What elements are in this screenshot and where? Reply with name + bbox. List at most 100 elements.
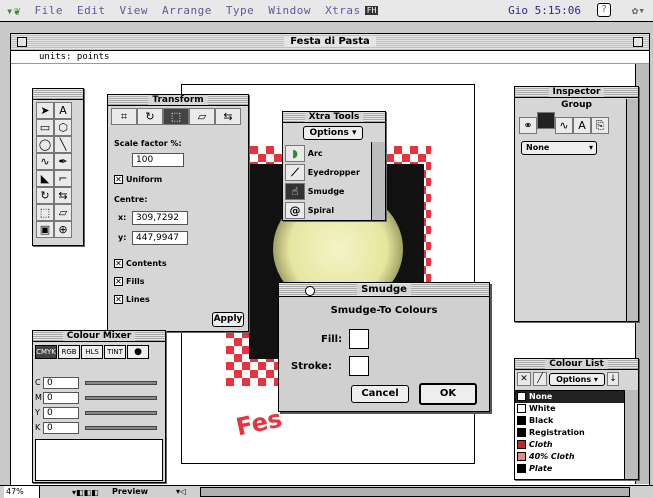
zoom-level[interactable]: 47% bbox=[4, 486, 40, 498]
transform-title-bar[interactable]: Transform bbox=[108, 95, 248, 106]
zoom-tool-icon[interactable]: ⊕ bbox=[54, 221, 72, 238]
menu-type[interactable]: Type bbox=[226, 4, 255, 17]
apple-menu-icon[interactable]: ▾❦ bbox=[6, 4, 20, 18]
ok-button[interactable]: OK bbox=[419, 383, 477, 405]
stroke-colour-well[interactable] bbox=[349, 356, 369, 376]
tab-tint[interactable]: TINT bbox=[104, 345, 126, 359]
scale-factor-field[interactable]: 100 bbox=[132, 153, 184, 167]
menu-xtras[interactable]: Xtras bbox=[325, 4, 361, 17]
contents-checkbox[interactable]: ✕ bbox=[114, 259, 123, 268]
inspector-title-bar[interactable]: Inspector bbox=[515, 87, 638, 98]
tab-cmyk[interactable]: CMYK bbox=[35, 345, 57, 359]
k-value-field[interactable]: 0 bbox=[43, 421, 79, 434]
document-title-bar[interactable]: Festa di Pasta bbox=[11, 34, 649, 51]
knife-tool-icon[interactable]: ◣ bbox=[36, 170, 54, 187]
m-value-field[interactable]: 0 bbox=[43, 391, 79, 404]
skew-tab-icon[interactable]: ▱ bbox=[189, 108, 215, 125]
view-mode-arrow-icon[interactable]: ▾◁ bbox=[176, 486, 186, 498]
m-slider[interactable] bbox=[85, 395, 157, 400]
document-inspector-icon[interactable]: ⎘ bbox=[591, 117, 609, 134]
smudge-heading: Smudge-To Colours bbox=[330, 305, 438, 316]
page-navigation[interactable]: ▾◧◧◧ bbox=[72, 487, 99, 498]
uniform-checkbox[interactable]: ✕ bbox=[114, 175, 123, 184]
text-tool-icon[interactable]: A bbox=[54, 102, 72, 119]
help-icon[interactable]: ? bbox=[597, 3, 611, 17]
application-menu-icon[interactable]: ✿▾ bbox=[632, 4, 645, 17]
menu-file[interactable]: File bbox=[34, 4, 63, 17]
rotate-tab-icon[interactable]: ↻ bbox=[137, 108, 163, 125]
colour-list-title-bar[interactable]: Colour List bbox=[515, 359, 638, 370]
xtra-options-dropdown[interactable]: Options ▾ bbox=[303, 126, 363, 140]
move-tab-icon[interactable]: ⌗ bbox=[111, 108, 137, 125]
xtra-item-eyedropper[interactable]: ⟋ Eyedropper bbox=[285, 163, 371, 182]
tab-hls[interactable]: HLS bbox=[81, 345, 103, 359]
no-fill-icon[interactable]: ✕ bbox=[517, 372, 531, 386]
y-value-field[interactable]: 0 bbox=[43, 406, 79, 419]
xtra-item-spiral[interactable]: @ Spiral bbox=[285, 201, 371, 220]
colour-list-item[interactable]: 40% Cloth bbox=[515, 451, 625, 463]
system-colour-picker-icon[interactable]: ● bbox=[127, 345, 149, 359]
freehand-tool-icon[interactable]: ∿ bbox=[36, 153, 54, 170]
apply-button[interactable]: Apply bbox=[212, 312, 244, 327]
eyedropper-tool-icon: ⟋ bbox=[285, 164, 305, 181]
app-icon[interactable]: FH bbox=[364, 6, 379, 15]
cancel-button[interactable]: Cancel bbox=[351, 385, 409, 403]
colour-list-item[interactable]: Cloth bbox=[515, 439, 625, 451]
centre-x-field[interactable]: 309,7292 bbox=[132, 211, 188, 225]
rotate-tool-icon[interactable]: ↻ bbox=[36, 187, 54, 204]
fill-colour-well[interactable] bbox=[349, 329, 369, 349]
ellipse-tool-icon[interactable]: ◯ bbox=[36, 136, 54, 153]
line-tool-icon[interactable]: ╲ bbox=[54, 136, 72, 153]
colour-list-item[interactable]: Registration bbox=[515, 427, 625, 439]
polygon-tool-icon[interactable]: ⬡ bbox=[54, 119, 72, 136]
colour-list-scrollbar[interactable] bbox=[624, 390, 638, 479]
zoom-box-icon[interactable] bbox=[633, 37, 643, 47]
xtra-scrollbar[interactable] bbox=[371, 142, 385, 220]
y-slider[interactable] bbox=[85, 410, 157, 415]
stroke-colour-icon[interactable]: ╱ bbox=[533, 372, 547, 386]
scale-tab-icon[interactable]: ⬚ bbox=[163, 108, 189, 125]
c-slider[interactable] bbox=[85, 380, 157, 385]
pen-tool-icon[interactable]: ✒ bbox=[54, 153, 72, 170]
sort-icon[interactable]: ↓ bbox=[607, 372, 619, 386]
scale-tool-icon[interactable]: ⬚ bbox=[36, 204, 54, 221]
view-mode[interactable]: Preview bbox=[112, 486, 148, 498]
colour-list-options-dropdown[interactable]: Options ▾ bbox=[549, 372, 605, 386]
fill-inspector-icon[interactable] bbox=[537, 112, 555, 129]
menu-window[interactable]: Window bbox=[268, 4, 311, 17]
colour-list-item[interactable]: None bbox=[515, 391, 625, 403]
c-value-field[interactable]: 0 bbox=[43, 376, 79, 389]
xtra-item-smudge[interactable]: ☝ Smudge bbox=[285, 182, 371, 201]
menu-edit[interactable]: Edit bbox=[77, 4, 106, 17]
colour-list-item[interactable]: Black bbox=[515, 415, 625, 427]
colour-mixer-title-bar[interactable]: Colour Mixer bbox=[33, 331, 165, 342]
fill-type-dropdown[interactable]: None ▾ bbox=[521, 141, 597, 155]
colour-list-item[interactable]: Plate bbox=[515, 463, 625, 475]
xtra-tools-title-bar[interactable]: Xtra Tools bbox=[283, 112, 385, 123]
close-box-icon[interactable] bbox=[17, 37, 27, 47]
reflect-tool-icon[interactable]: ⇆ bbox=[54, 187, 72, 204]
stroke-inspector-icon[interactable]: ∿ bbox=[555, 117, 573, 134]
fills-checkbox[interactable]: ✕ bbox=[114, 277, 123, 286]
object-inspector-icon[interactable]: ⚭ bbox=[519, 117, 537, 134]
menu-view[interactable]: View bbox=[119, 4, 148, 17]
pointer-tool-icon[interactable]: ➤ bbox=[36, 102, 54, 119]
inspector-scrollbar[interactable] bbox=[626, 99, 638, 321]
rectangle-tool-icon[interactable]: ▭ bbox=[36, 119, 54, 136]
lines-checkbox[interactable]: ✕ bbox=[114, 295, 123, 304]
xtra-item-arc[interactable]: ◗ Arc bbox=[285, 144, 371, 163]
menu-arrange[interactable]: Arrange bbox=[162, 4, 212, 17]
colour-preview-well[interactable] bbox=[35, 439, 163, 481]
horizontal-scrollbar[interactable] bbox=[200, 487, 630, 497]
menu-clock[interactable]: Gio 5:15:06 bbox=[508, 4, 581, 17]
k-slider[interactable] bbox=[85, 425, 157, 430]
reflect-tab-icon[interactable]: ⇆ bbox=[215, 108, 241, 125]
skew-tool-icon[interactable]: ▱ bbox=[54, 204, 72, 221]
text-inspector-icon[interactable]: A bbox=[573, 117, 591, 134]
tab-rgb[interactable]: RGB bbox=[58, 345, 80, 359]
colour-list-item[interactable]: White bbox=[515, 403, 625, 415]
bezigon-tool-icon[interactable]: ⌐ bbox=[54, 170, 72, 187]
centre-y-field[interactable]: 447,9947 bbox=[132, 231, 188, 245]
trace-tool-icon[interactable]: ▣ bbox=[36, 221, 54, 238]
toolbox-title-bar[interactable] bbox=[33, 89, 83, 100]
